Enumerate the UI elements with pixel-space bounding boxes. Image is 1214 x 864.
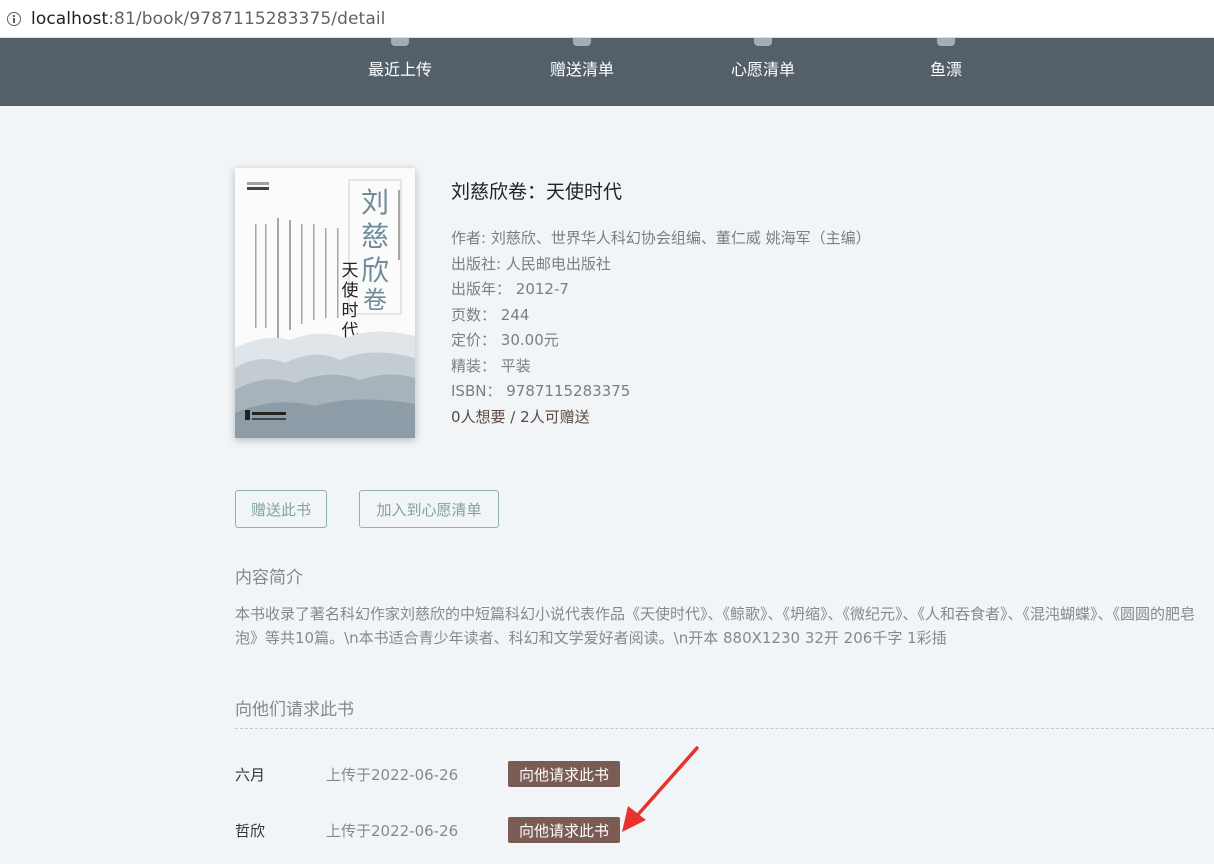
binding-value: 平装 <box>500 356 531 375</box>
bottle-icon <box>937 38 955 46</box>
book-cover-art: 刘 慈 欣 卷 天 使 时 代 <box>235 168 415 438</box>
upload-icon <box>391 38 409 46</box>
cover-title-char: 卷 <box>363 286 387 314</box>
nav-label: 心愿清单 <box>730 60 795 79</box>
pages-value: 244 <box>500 305 530 324</box>
nav-label: 赠送清单 <box>549 60 614 79</box>
intro-heading: 内容简介 <box>235 568 303 588</box>
add-to-wishlist-button[interactable]: 加入到心愿清单 <box>359 490 499 528</box>
cover-title-char: 慈 <box>361 220 389 253</box>
publisher-row: 出版社: 人民邮电出版社 <box>451 252 871 278</box>
request-book-button[interactable]: 向他请求此书 <box>508 761 620 787</box>
cover-subtitle-char: 使 <box>342 280 359 301</box>
request-row: 六月 上传于2022-06-26 向他请求此书 <box>235 761 1214 787</box>
intro-text: 本书收录了著名科幻作家刘慈欣的中短篇科幻小说代表作品《天使时代》、《鲸歌》、《坍… <box>235 605 1196 647</box>
price-row: 定价： 30.00元 <box>451 328 871 354</box>
top-navbar: 最近上传 赠送清单 心愿清单 鱼漂 <box>0 38 1214 106</box>
isbn-label: ISBN： <box>451 382 502 400</box>
upload-date: 上传于2022-06-26 <box>326 822 459 840</box>
publisher-label: 出版社: <box>451 254 506 273</box>
price-value: 30.00元 <box>500 331 559 349</box>
pages-row: 页数： 244 <box>451 303 871 329</box>
browser-url-bar[interactable]: localhost:81/book/9787115283375/detail <box>0 0 1214 38</box>
annotation-arrow-icon <box>622 746 699 832</box>
url-text[interactable]: localhost:81/book/9787115283375/detail <box>31 9 385 29</box>
upload-date: 上传于2022-06-26 <box>326 766 459 784</box>
nav-item-wishlist[interactable]: 心愿清单 <box>703 38 823 106</box>
url-host: localhost <box>31 8 109 29</box>
binding-row: 精装： 平装 <box>451 354 871 380</box>
pubdate-value: 2012-7 <box>515 280 569 298</box>
pages-label: 页数： <box>451 305 497 324</box>
nav-item-gift-list[interactable]: 赠送清单 <box>522 38 642 106</box>
nav-item-recent-uploads[interactable]: 最近上传 <box>340 38 460 106</box>
author-label: 作者: <box>451 229 491 247</box>
divider <box>235 728 1214 729</box>
request-row: 哲欣 上传于2022-06-26 向他请求此书 <box>235 817 1214 843</box>
cover-subtitle-char: 天 <box>342 261 359 281</box>
price-label: 定价： <box>451 331 497 349</box>
book-title: 刘慈欣卷：天使时代 <box>451 181 623 203</box>
info-icon[interactable] <box>7 11 21 26</box>
nav-label: 鱼漂 <box>929 60 962 79</box>
book-cover: 刘 慈 欣 卷 天 使 时 代 <box>235 168 415 438</box>
author-row: 作者: 刘慈欣、世界华人科幻协会组编、董仁威 姚海军（主编） <box>451 226 871 252</box>
owner-name[interactable]: 六月 <box>235 764 265 785</box>
gift-icon <box>573 38 591 46</box>
nav-item-drift-bottle[interactable]: 鱼漂 <box>886 38 1006 106</box>
isbn-value: 9787115283375 <box>506 382 631 400</box>
requests-heading: 向他们请求此书 <box>235 700 354 720</box>
star-icon <box>754 38 772 46</box>
request-book-button[interactable]: 向他请求此书 <box>508 817 620 843</box>
book-meta: 作者: 刘慈欣、世界华人科幻协会组编、董仁威 姚海军（主编） 出版社: 人民邮电… <box>451 226 871 430</box>
author-value: 刘慈欣、世界华人科幻协会组编、董仁威 姚海军（主编） <box>490 229 871 247</box>
want-stats: 0人想要 / 2人可赠送 <box>451 407 590 426</box>
cover-title-char: 刘 <box>361 186 389 219</box>
pubdate-row: 出版年： 2012-7 <box>451 277 871 303</box>
owner-name[interactable]: 哲欣 <box>235 820 265 841</box>
isbn-row: ISBN： 9787115283375 <box>451 379 871 405</box>
nav-label: 最近上传 <box>367 60 432 79</box>
cover-title-char: 欣 <box>361 254 389 287</box>
pubdate-label: 出版年： <box>451 280 512 298</box>
url-path: :81/book/9787115283375/detail <box>108 8 386 29</box>
give-book-button[interactable]: 赠送此书 <box>235 490 327 528</box>
binding-label: 精装： <box>451 356 497 375</box>
publisher-value: 人民邮电出版社 <box>505 254 611 273</box>
cover-subtitle-char: 时 <box>342 301 359 321</box>
